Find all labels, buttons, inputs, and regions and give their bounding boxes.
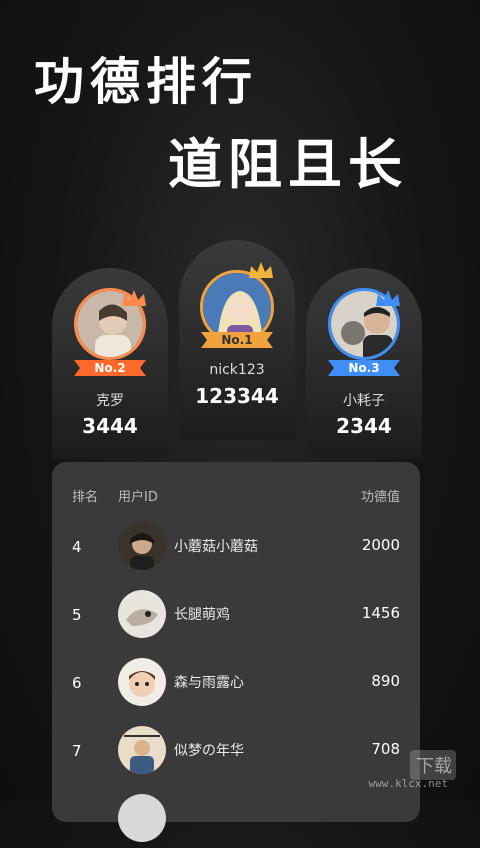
header-user: 用户ID [118,490,158,505]
watermark-logo: 下载 www.klcx.net [342,746,462,796]
podium-score: 3444 [82,414,138,438]
podium-rank-2[interactable]: No.2 克罗 3444 [52,268,168,458]
row-rank: 5 [72,606,82,624]
svg-text:下载: 下载 [416,756,452,777]
avatar [118,794,166,842]
headline-line-2: 道阻且长 [168,133,408,196]
rank-ribbon-label: No.2 [94,361,126,375]
crown-icon [374,288,402,308]
podium-name: nick123 [209,362,265,378]
row-username: 长腿萌鸡 [174,607,230,623]
row-score: 1456 [361,604,400,622]
rank-ribbon-label: No.3 [348,361,380,375]
crown-icon [120,288,148,308]
row-rank: 7 [72,742,82,760]
podium-rank-3[interactable]: No.3 小耗子 2344 [306,268,422,458]
table-row[interactable] [52,792,420,848]
row-rank: 4 [72,538,82,556]
watermark-text: www.klcx.net [368,777,448,790]
header-score: 功德值 [360,490,400,505]
rank-ribbon: No.3 [328,358,400,378]
row-rank: 6 [72,674,82,692]
headline-line-1: 功德排行 [34,53,258,111]
row-username: 森与雨露心 [174,675,244,691]
table-row[interactable]: 6 森与雨露心 890 [52,656,420,712]
avatar [118,590,166,638]
podium-name: 小耗子 [343,393,385,409]
podium-rank-1[interactable]: No.1 nick123 123344 [179,240,295,440]
podium-score: 2344 [336,414,392,438]
table-row[interactable]: 4 小蘑菇小蘑菇 2000 [52,520,420,576]
rank-ribbon-label: No.1 [221,333,253,347]
crown-icon [247,260,275,280]
rank-ribbon: No.1 [201,330,273,350]
header-rank: 排名 [72,490,99,505]
podium-score: 123344 [195,384,279,408]
podium-name: 克罗 [96,393,124,409]
table-row[interactable]: 5 长腿萌鸡 1456 [52,588,420,644]
row-username: 小蘑菇小蘑菇 [174,539,258,555]
row-username: 似梦の年华 [174,743,244,759]
avatar [118,522,166,570]
avatar [118,658,166,706]
row-score: 890 [371,672,400,690]
row-score: 2000 [361,536,400,554]
rank-ribbon: No.2 [74,358,146,378]
avatar [118,726,166,774]
